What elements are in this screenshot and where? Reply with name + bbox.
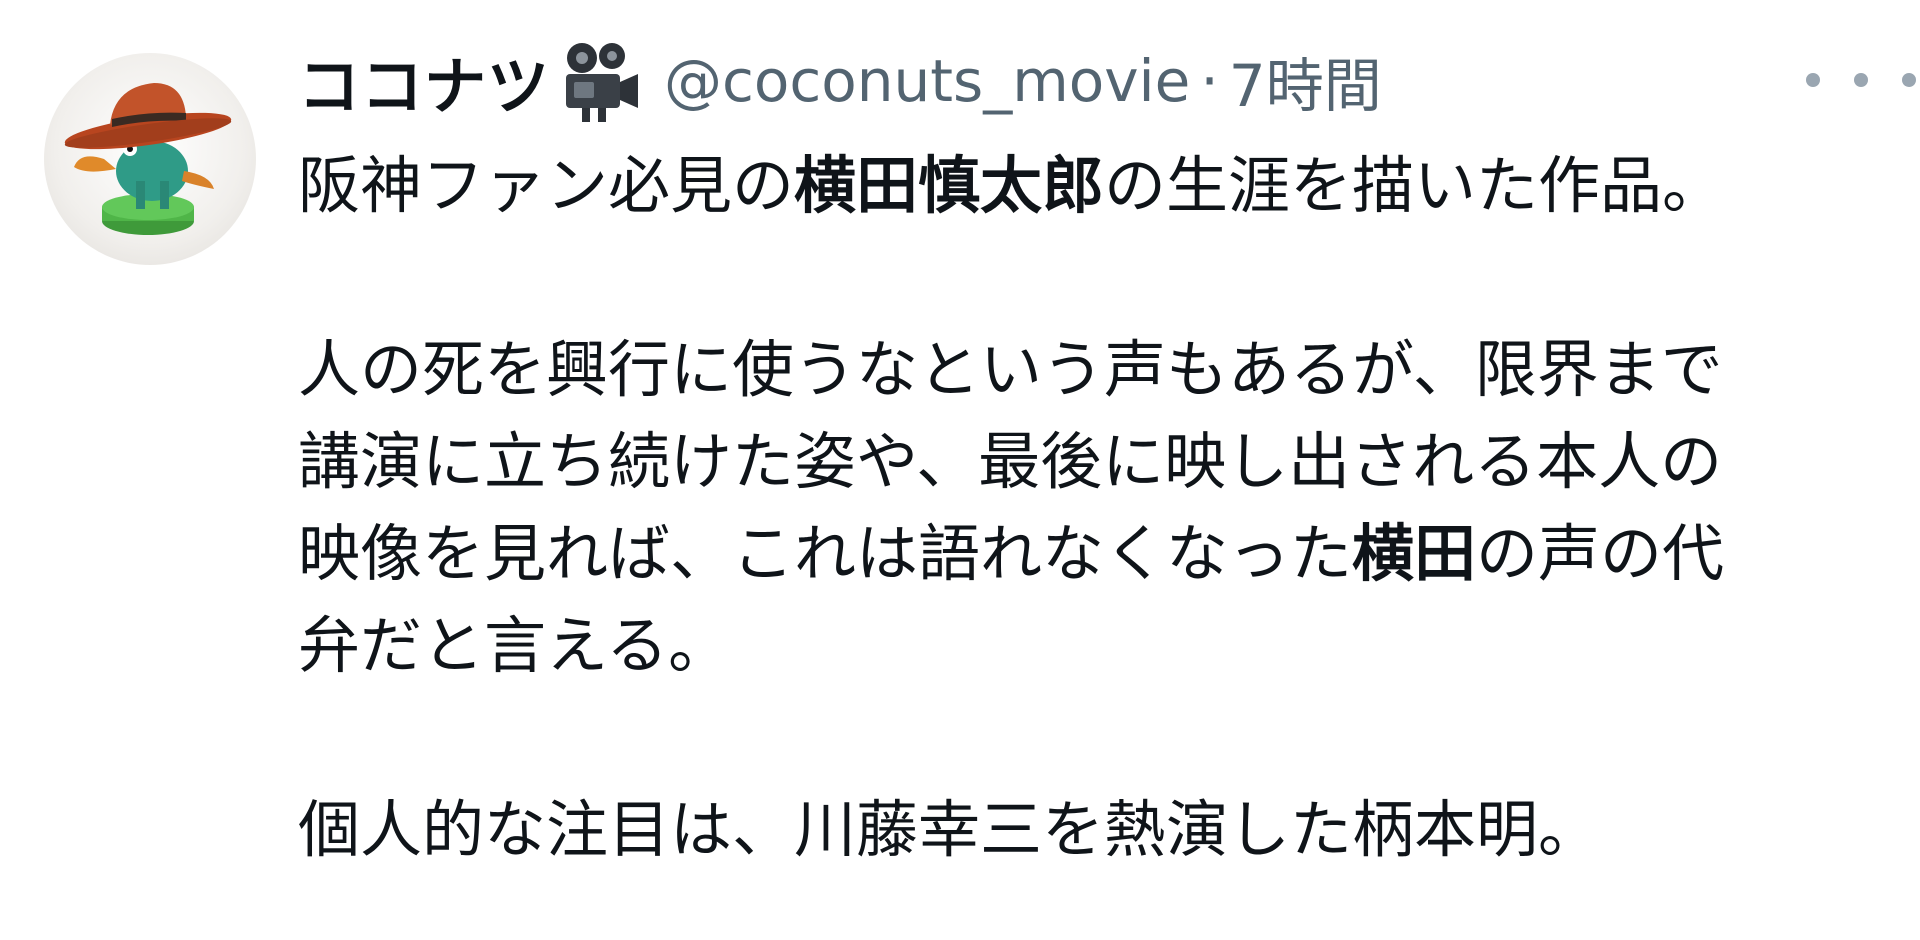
bold-name: 横田	[1352, 517, 1477, 590]
timestamp[interactable]: 7時間	[1229, 39, 1382, 123]
tweet-text-line: 個人的な注目は、川藤幸三を熱演した柄本明。	[298, 793, 1601, 866]
text-segment: の生涯を描いた作品。	[1104, 149, 1725, 222]
tweet-text: 阪神ファン必見の横田慎太郎の生涯を描いた作品。 人の死を興行に使うなという声もあ…	[298, 140, 1878, 876]
tweet-text-line: 阪神ファン必見の横田慎太郎の生涯を描いた作品。	[298, 140, 1878, 232]
tweet-text-line: 講演に立ち続けた姿や、最後に映し出される本人の	[298, 425, 1723, 498]
platypus-figure-icon	[64, 83, 232, 235]
movie-camera-icon	[552, 36, 642, 126]
separator-dot: ·	[1200, 47, 1219, 115]
bold-name: 横田慎太郎	[794, 149, 1105, 222]
avatar[interactable]	[44, 53, 256, 265]
more-dot-icon	[1806, 73, 1820, 87]
more-dot-icon	[1854, 73, 1868, 87]
tweet-text-line: 映像を見れば、これは語れなくなった横田の声の代	[298, 508, 1878, 600]
tweet-text-line: 弁だと言える。	[298, 609, 731, 682]
tweet[interactable]: ココナツ @coconuts_movie · 7時間 阪神ファン必見の横田慎太郎…	[0, 0, 1920, 940]
text-segment: の声の代	[1476, 517, 1725, 590]
display-name[interactable]: ココナツ	[298, 36, 550, 126]
tweet-header: ココナツ @coconuts_movie · 7時間	[298, 36, 1382, 126]
user-handle[interactable]: @coconuts_movie	[664, 47, 1190, 115]
text-segment: 阪神ファン必見の	[298, 149, 795, 222]
tweet-text-line: 人の死を興行に使うなという声もあるが、限界まで	[298, 333, 1723, 406]
more-dot-icon	[1902, 73, 1916, 87]
text-segment: 映像を見れば、これは語れなくなった	[298, 517, 1353, 590]
more-options-button[interactable]	[1806, 62, 1916, 98]
